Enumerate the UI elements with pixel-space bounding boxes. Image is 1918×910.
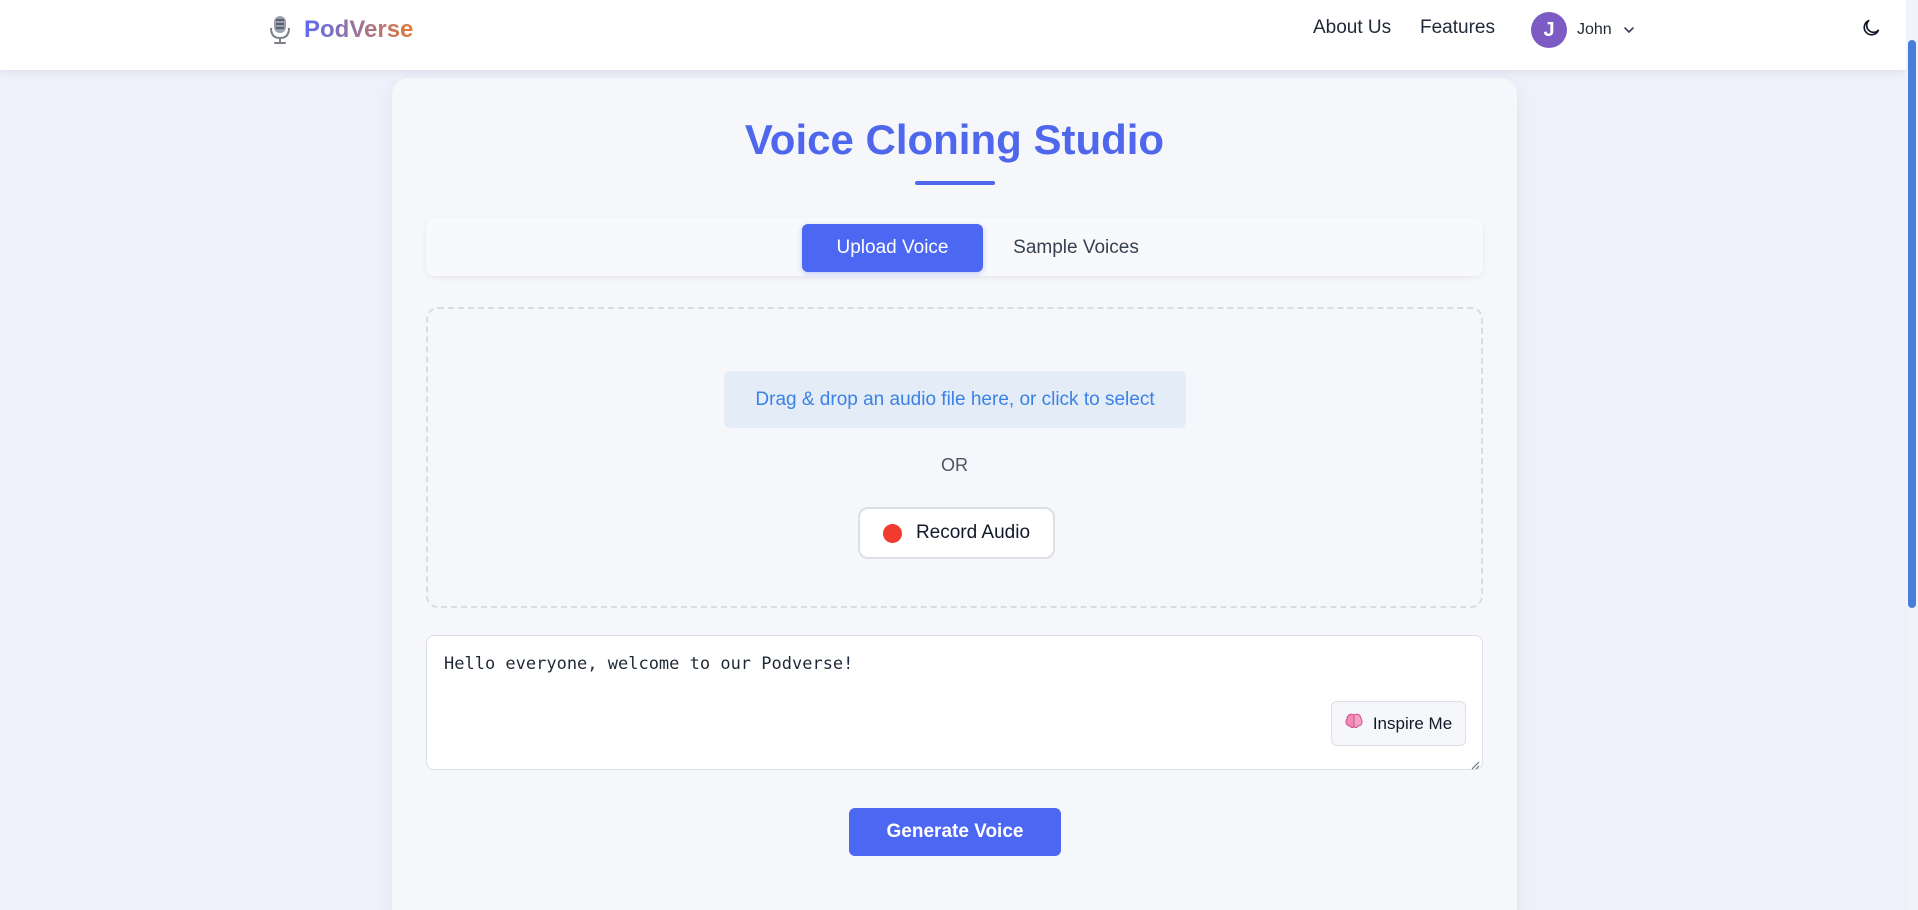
title-underline — [915, 181, 995, 185]
generate-voice-button[interactable]: Generate Voice — [849, 808, 1061, 856]
moon-icon[interactable] — [1860, 17, 1882, 39]
page-scrollbar[interactable] — [1906, 0, 1918, 910]
inspire-me-button[interactable]: Inspire Me — [1331, 701, 1466, 746]
record-audio-button[interactable]: Record Audio — [858, 507, 1055, 559]
top-navbar: PodVerse About Us Features J John — [0, 0, 1906, 70]
tab-upload-voice[interactable]: Upload Voice — [802, 224, 983, 272]
record-dot-icon — [882, 523, 902, 543]
brain-icon — [1345, 713, 1363, 734]
nav-about-us[interactable]: About Us — [1313, 17, 1391, 39]
script-textarea[interactable]: Hello everyone, welcome to our Podverse!… — [426, 635, 1483, 770]
microphone-icon — [266, 14, 294, 46]
chevron-down-icon — [1622, 23, 1636, 37]
brand-name: PodVerse — [304, 16, 414, 43]
avatar: J — [1531, 12, 1567, 48]
user-menu[interactable]: J John — [1531, 12, 1636, 48]
or-divider-text: OR — [941, 455, 968, 475]
inspire-me-label: Inspire Me — [1372, 713, 1453, 733]
user-name: John — [1577, 21, 1612, 38]
scrollbar-thumb[interactable] — [1908, 40, 1916, 608]
resize-handle-icon[interactable] — [1470, 757, 1480, 770]
tab-sample-voices[interactable]: Sample Voices — [1001, 224, 1151, 272]
page-title: Voice Cloning Studio — [744, 116, 1165, 163]
studio-card: Voice Cloning Studio Upload Voice Sample… — [392, 78, 1517, 910]
select-audio-button[interactable]: Drag & drop an audio file here, or click… — [724, 371, 1186, 428]
nav-features[interactable]: Features — [1420, 17, 1495, 39]
script-text-value[interactable]: Hello everyone, welcome to our Podverse! — [444, 654, 853, 674]
tab-bar: Upload Voice Sample Voices — [426, 218, 1483, 276]
brand-logo[interactable]: PodVerse — [266, 14, 413, 46]
audio-dropzone[interactable]: Drag & drop an audio file here, or click… — [426, 307, 1483, 608]
record-audio-label: Record Audio — [915, 522, 1031, 543]
